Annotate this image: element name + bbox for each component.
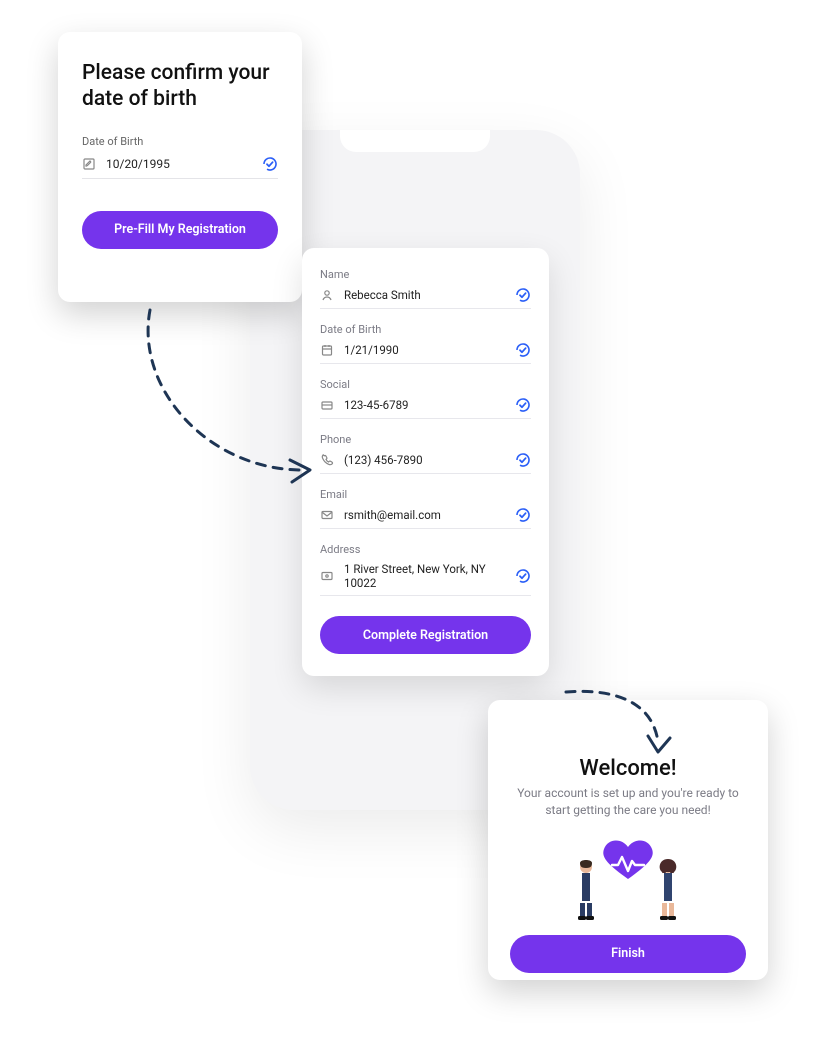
phone-icon xyxy=(320,453,334,467)
phone-notch xyxy=(340,130,490,152)
field-row-phone[interactable]: (123) 456-7890 xyxy=(320,452,531,474)
field-value: 1 River Street, New York, NY 10022 xyxy=(344,562,515,590)
check-icon xyxy=(515,452,531,468)
field-value: (123) 456-7890 xyxy=(344,453,423,467)
field-label-user: Name xyxy=(320,268,531,281)
welcome-title: Welcome! xyxy=(510,756,746,781)
field-label-mail: Email xyxy=(320,488,531,501)
dob-input-row[interactable]: 10/20/1995 xyxy=(82,156,278,179)
user-icon xyxy=(320,288,334,302)
dob-field-label: Date of Birth xyxy=(82,135,278,148)
field-label-card: Social xyxy=(320,378,531,391)
finish-button[interactable]: Finish xyxy=(510,935,746,973)
field-value: Rebecca Smith xyxy=(344,288,421,302)
registration-form-card: Name Rebecca Smith Date of Birth 1/21/1990 S… xyxy=(302,248,549,676)
calendar-icon xyxy=(320,343,334,357)
card-icon xyxy=(320,398,334,412)
check-icon xyxy=(262,156,278,172)
check-icon xyxy=(515,397,531,413)
field-label-phone: Phone xyxy=(320,433,531,446)
field-row-calendar[interactable]: 1/21/1990 xyxy=(320,342,531,364)
field-row-mail[interactable]: rsmith@email.com xyxy=(320,507,531,529)
field-value: 1/21/1990 xyxy=(344,343,399,357)
field-label-calendar: Date of Birth xyxy=(320,323,531,336)
field-value: rsmith@email.com xyxy=(344,508,441,522)
confirm-dob-card: Please confirm your date of birth Date o… xyxy=(58,32,302,302)
check-icon xyxy=(515,287,531,303)
map-icon xyxy=(320,569,334,583)
field-row-map[interactable]: 1 River Street, New York, NY 10022 xyxy=(320,562,531,596)
prefill-button[interactable]: Pre-Fill My Registration xyxy=(82,211,278,249)
field-row-card[interactable]: 123-45-6789 xyxy=(320,397,531,419)
edit-icon xyxy=(82,157,96,171)
check-icon xyxy=(515,568,531,584)
field-value: 123-45-6789 xyxy=(344,398,409,412)
field-label-map: Address xyxy=(320,543,531,556)
complete-registration-button[interactable]: Complete Registration xyxy=(320,616,531,654)
dob-value: 10/20/1995 xyxy=(106,157,170,171)
check-icon xyxy=(515,342,531,358)
doctors-illustration xyxy=(510,829,746,921)
welcome-subtitle: Your account is set up and you're ready … xyxy=(510,785,746,819)
check-icon xyxy=(515,507,531,523)
mail-icon xyxy=(320,508,334,522)
confirm-dob-title: Please confirm your date of birth xyxy=(82,60,278,113)
welcome-card: Welcome! Your account is set up and you'… xyxy=(488,700,768,980)
field-row-user[interactable]: Rebecca Smith xyxy=(320,287,531,309)
